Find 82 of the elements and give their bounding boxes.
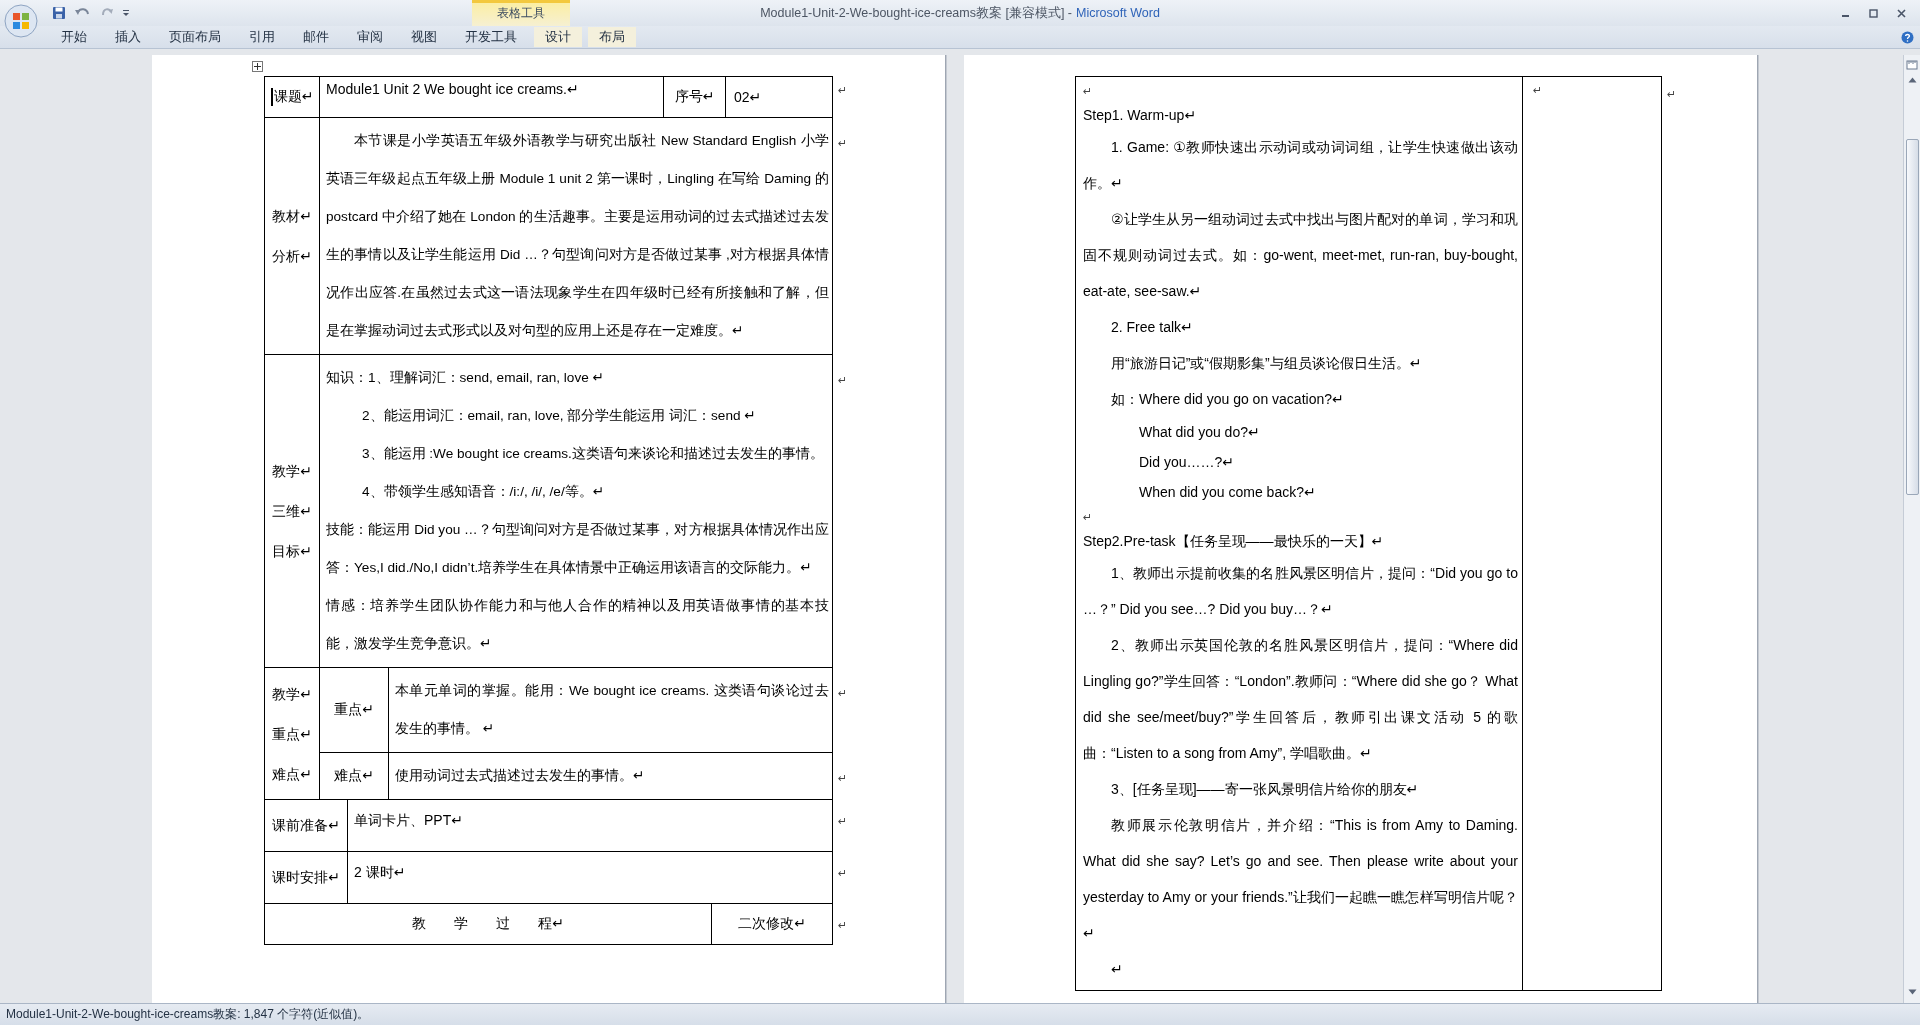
- ribbon-tab[interactable]: 设计: [534, 27, 582, 47]
- end-of-row-mark: ↵: [837, 136, 849, 151]
- ribbon-tab[interactable]: 开始: [50, 27, 98, 47]
- contextual-tab-group: 表格工具: [472, 0, 570, 26]
- maximize-icon[interactable]: [1868, 8, 1878, 18]
- row-label: 重点↵: [334, 701, 374, 719]
- row-label: 教学↵: [272, 684, 312, 704]
- text-cursor: [270, 88, 273, 106]
- scrollbar-thumb[interactable]: [1905, 139, 1919, 495]
- vertical-scrollbar[interactable]: [1903, 55, 1920, 1003]
- paragraph: 4、带领学生感知语音：/i:/, /i/, /e/等。↵: [361, 483, 606, 501]
- row-label: 难点↵: [334, 767, 374, 785]
- scroll-up-icon[interactable]: [1907, 77, 1917, 83]
- table-move-handle-icon[interactable]: [252, 61, 263, 72]
- ribbon-tab[interactable]: 邮件: [292, 27, 340, 47]
- paragraph: 1、教师出示提前收集的名胜风景区明信片，提问：“Did you go to …？” Did you see…? Did you buy…？↵: [1083, 564, 1518, 619]
- close-icon[interactable]: [1896, 8, 1906, 18]
- paragraph: What did you do?↵: [1138, 423, 1261, 442]
- paragraph: 3、能运用 :We bought ice creams.这类语句来谈论和描述过去发生的事情。: [361, 445, 825, 463]
- save-icon[interactable]: [52, 6, 66, 20]
- paragraph: ②让学生从另一组动词过去式中找出与图片配对的单词，学习和巩固不规则动词过去式。如：go-went, meet-met, run-ran, buy-bought, eat-ate, see-saw.↵: [1083, 210, 1518, 301]
- end-of-row-mark: ↵: [837, 83, 849, 98]
- row-label: 难点↵: [272, 764, 312, 784]
- paragraph: ↵: [1083, 84, 1094, 99]
- paragraph: 3、[任务呈现]——寄一张风景明信片给你的朋友↵: [1110, 780, 1420, 799]
- paragraph: Did you……?↵: [1138, 453, 1235, 472]
- row-label: 重点↵: [272, 724, 312, 744]
- row-label: 分析↵: [272, 247, 312, 266]
- row-label: 课题↵: [273, 88, 314, 106]
- window-title: Module1-Unit-2-We-bought-ice-creams教案 [兼容模式] -: [760, 5, 1072, 20]
- end-of-row-mark: ↵: [1666, 87, 1678, 102]
- paragraph: Step2.Pre-task【任务呈现——最快乐的一天】↵: [1083, 532, 1385, 551]
- paragraph: ↵: [1110, 960, 1124, 979]
- paragraph: 本节课是小学英语五年级外语教学与研究出版社 New Standard English 小学英语三年级起点五年级上册 Module 1 unit 2 第一课时，Lingling 在写给 Daming 的 postcard 中介绍了她在 London 的生活趣事。主要是运用动词的过去式描述过去发生的事情以及让学生能运用 Did …？句型询问对方是否做过某事 ,对方根据具体情况作出应答.在虽然过去式这一语法现象学生在四年级时已经有所接触和了解，但是在掌握动词过去式形式以及对句型的应用上还是存在一定难度。↵: [326, 132, 829, 340]
- lesson-title: Module1 Unit 2 We bought ice creams.↵: [326, 81, 579, 97]
- customize-caret-icon[interactable]: [122, 9, 130, 17]
- paragraph: 如：Where did you go on vacation?↵: [1110, 390, 1345, 409]
- paragraph: 知识：1、理解词汇：send, email, ran, love ↵: [326, 369, 605, 387]
- paragraph: 情感：培养学生团队协作能力和与他人合作的精神以及用英语做事情的基本技能，激发学生竞争意识。↵: [326, 597, 829, 653]
- cell-text: 2 课时↵: [354, 864, 406, 880]
- paragraph: 技能：能运用 Did you …？句型询问对方是否做过某事，对方根据具体情况作出应答：Yes,I did./No,I didn’t.培养学生在具体情景中正确运用该语言的交际能力。↵: [326, 521, 829, 577]
- end-of-row-mark: ↵: [837, 373, 849, 388]
- ribbon-tab[interactable]: 页面布局: [158, 27, 232, 47]
- row-label: 教材↵: [272, 207, 312, 226]
- paragraph: 2. Free talk↵: [1110, 318, 1194, 337]
- ribbon-tab[interactable]: 布局: [588, 27, 636, 47]
- serial-number: 02↵: [734, 89, 762, 105]
- paragraph: 1. Game: ①教师快速出示动词或动词词组，让学生快速做出该动作。↵: [1083, 138, 1518, 193]
- cell-text: 单词卡片、PPT↵: [354, 812, 463, 828]
- ribbon-tab[interactable]: 视图: [400, 27, 448, 47]
- row-label: 序号↵: [674, 88, 715, 106]
- ribbon-tab[interactable]: 开发工具: [454, 27, 528, 47]
- paragraph: 用“旅游日记”或“假期影集”与组员谈论假日生活。↵: [1110, 354, 1423, 373]
- row-label: 课前准备↵: [272, 816, 340, 835]
- ribbon-tab[interactable]: 插入: [104, 27, 152, 47]
- ribbon-tab[interactable]: 审阅: [346, 27, 394, 47]
- column-heading: 教 学 过 程↵: [412, 915, 564, 933]
- end-of-row-mark: ↵: [837, 866, 849, 881]
- scroll-down-icon[interactable]: [1907, 989, 1917, 995]
- end-of-row-mark: ↵: [837, 771, 849, 786]
- row-label: 目标↵: [272, 542, 312, 561]
- end-of-row-mark: ↵: [837, 918, 849, 933]
- ruler-toggle-icon[interactable]: [1906, 59, 1918, 71]
- row-label: 教学↵: [272, 462, 312, 481]
- row-label: 课时安排↵: [272, 868, 340, 887]
- paragraph: 教师展示伦敦明信片，并介绍：“This is from Amy to Daming. What did she say? Let’s go and see. Then please write about your yesterday to Amy or your friends.”让我们一起瞧一瞧怎样写明信片呢？↵: [1083, 816, 1518, 943]
- app-name: Microsoft Word: [1076, 5, 1160, 20]
- paragraph: 本单元单词的掌握。能用：We bought ice creams. 这类语句谈论过去发生的事情。 ↵: [395, 682, 829, 738]
- column-heading: 二次修改↵: [738, 915, 806, 933]
- paragraph: ↵: [1083, 510, 1094, 525]
- paragraph: Step1. Warm-up↵: [1083, 106, 1198, 125]
- help-icon[interactable]: [1901, 30, 1914, 44]
- ribbon-tab[interactable]: 引用: [238, 27, 286, 47]
- status-text: Module1-Unit-2-We-bought-ice-creams教案: 1,847 个字符(近似值)。: [6, 1006, 370, 1023]
- paragraph: 2、能运用词汇：email, ran, love, 部分学生能运用 词汇：send ↵: [361, 407, 757, 425]
- paragraph-mark: ↵: [1533, 84, 1543, 96]
- paragraph: 2、教师出示英国伦敦的名胜风景区明信片，提问：“Where did Lingling go?”学生回答：“London”.教师问：“Where did she go？ What did she see/meet/buy?”学生回答后，教师引出课文活动 5 的歌曲：“Listen to a song from Amy”, 学唱歌曲。↵: [1083, 636, 1518, 763]
- row-label: 三维↵: [272, 502, 312, 521]
- paragraph: When did you come back?↵: [1138, 483, 1317, 502]
- end-of-row-mark: ↵: [837, 686, 849, 701]
- end-of-row-mark: ↵: [837, 814, 849, 829]
- paragraph: 使用动词过去式描述过去发生的事情。↵: [395, 767, 646, 785]
